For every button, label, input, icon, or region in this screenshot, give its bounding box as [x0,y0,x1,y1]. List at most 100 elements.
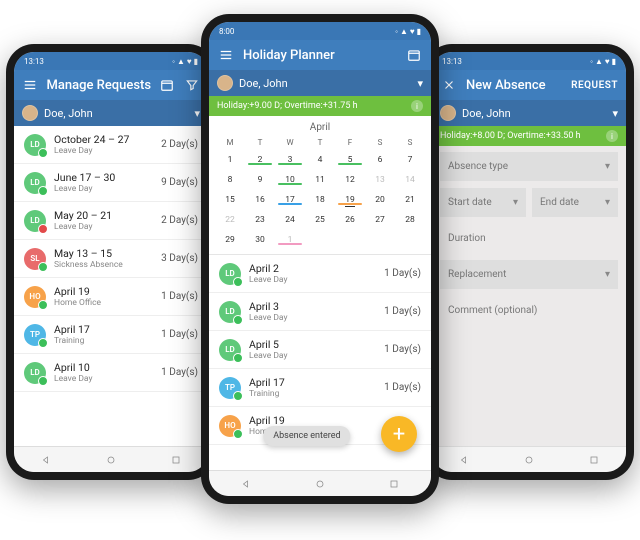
calendar-day[interactable]: 30 [245,235,275,245]
calendar-day[interactable]: 23 [245,215,275,225]
list-item[interactable]: TPApril 17Training1 Day(s) [209,369,431,407]
list-item[interactable]: LDApril 10Leave Day1 Day(s) [14,354,208,392]
item-days: 1 Day(s) [384,306,421,317]
calendar-day[interactable]: 9 [245,175,275,185]
holiday-banner: Holiday:+9.00 D; Overtime:+31.75 h i [209,96,431,116]
calendar-day[interactable]: 2 [245,155,275,165]
weekday-label: S [395,135,425,150]
calendar-day[interactable]: 24 [275,215,305,225]
nav-bar [432,446,626,472]
info-icon[interactable]: i [606,130,618,142]
user-selector[interactable]: Doe, John ▾ [209,70,431,96]
calendar-day[interactable]: 3 [275,155,305,165]
request-button[interactable]: REQUEST [571,80,618,91]
filter-icon[interactable] [184,76,200,94]
app-bar: Holiday Planner [209,40,431,70]
calendar-icon[interactable] [159,76,175,94]
calendar-day[interactable]: 17 [275,195,305,205]
page-title: New Absence [466,78,563,93]
calendar-day[interactable]: 20 [365,195,395,205]
calendar-day[interactable]: 15 [215,195,245,205]
status-icons: ◦ ▲ ♥ ▮ [395,27,421,36]
calendar-day[interactable]: 8 [215,175,245,185]
comment-field[interactable]: Comment (optional) [440,296,618,325]
calendar-day[interactable]: 13 [365,175,395,185]
nav-recent-icon[interactable] [170,454,182,466]
event-bar [338,203,362,205]
ho-badge-icon: HO [24,286,46,308]
start-date-field[interactable]: Start date ▾ [440,188,526,217]
item-days: 1 Day(s) [161,329,198,340]
nav-recent-icon[interactable] [588,454,600,466]
calendar-day[interactable]: 22 [215,215,245,225]
avatar [217,75,233,91]
user-name: Doe, John [44,107,93,120]
item-date: April 10 [54,361,153,374]
calendar-day[interactable]: 7 [395,155,425,165]
list-item[interactable]: LDOctober 24 – 27Leave Day2 Day(s) [14,126,208,164]
item-days: 1 Day(s) [384,382,421,393]
calendar-day[interactable]: 21 [395,195,425,205]
nav-back-icon[interactable] [40,454,52,466]
user-name: Doe, John [462,107,511,120]
ld-badge-icon: LD [219,301,241,323]
user-selector[interactable]: Doe, John ▾ [432,100,626,126]
menu-icon[interactable] [22,76,38,94]
calendar-day[interactable]: 27 [365,215,395,225]
item-type: Leave Day [249,275,376,285]
calendar: MTWTFSS 12345678910111213141516171819202… [209,135,431,255]
weekday-label: F [335,135,365,150]
calendar-day[interactable]: 11 [305,175,335,185]
calendar-day[interactable]: 18 [305,195,335,205]
menu-icon[interactable] [217,46,235,64]
calendar-day[interactable]: 26 [335,215,365,225]
list-item[interactable]: HOApril 19Home Office1 Day(s) [14,278,208,316]
calendar-day[interactable]: 16 [245,195,275,205]
calendar-day[interactable]: 1 [275,235,305,245]
absence-form: Absence type ▾ Start date ▾ End date ▾ D… [432,146,626,446]
calendar-day[interactable]: 1 [215,155,245,165]
calendar-day[interactable]: 6 [365,155,395,165]
replacement-field[interactable]: Replacement ▾ [440,260,618,289]
chevron-down-icon: ▾ [513,197,518,208]
ho-badge-icon: HO [219,415,241,437]
list-item[interactable]: LDApril 2Leave Day1 Day(s) [209,255,431,293]
absence-type-field[interactable]: Absence type ▾ [440,152,618,181]
nav-back-icon[interactable] [458,454,470,466]
nav-home-icon[interactable] [105,454,117,466]
list-item[interactable]: TPApril 17Training1 Day(s) [14,316,208,354]
calendar-day[interactable]: 25 [305,215,335,225]
app-bar: New Absence REQUEST [432,70,626,100]
calendar-day[interactable]: 14 [395,175,425,185]
list-item[interactable]: LDJune 17 – 30Leave Day9 Day(s) [14,164,208,202]
calendar-day[interactable]: 4 [305,155,335,165]
item-type: Leave Day [54,222,153,232]
calendar-day[interactable]: 10 [275,175,305,185]
user-selector[interactable]: Doe, John ▾ [14,100,208,126]
list-item[interactable]: LDMay 20 – 21Leave Day2 Day(s) [14,202,208,240]
calendar-day[interactable]: 5 [335,155,365,165]
calendar-day[interactable]: 29 [215,235,245,245]
info-icon[interactable]: i [411,100,423,112]
end-date-field[interactable]: End date ▾ [532,188,618,217]
fab-add-button[interactable]: + [381,416,417,452]
item-date: April 5 [249,338,376,351]
item-date: May 20 – 21 [54,209,153,222]
nav-home-icon[interactable] [523,454,535,466]
calendar-day[interactable]: 12 [335,175,365,185]
list-item[interactable]: SLMay 13 – 15Sickness Absence3 Day(s) [14,240,208,278]
nav-bar [14,446,208,472]
weekday-label: T [305,135,335,150]
close-icon[interactable] [440,76,458,94]
list-item[interactable]: LDApril 5Leave Day1 Day(s) [209,331,431,369]
calendar-day[interactable]: 28 [395,215,425,225]
nav-recent-icon[interactable] [388,478,400,490]
item-date: April 17 [54,323,153,336]
ld-badge-icon: LD [24,172,46,194]
calendar-day[interactable]: 19 [335,195,365,205]
item-type: Sickness Absence [54,260,153,270]
calendar-icon[interactable] [405,46,423,64]
list-item[interactable]: LDApril 3Leave Day1 Day(s) [209,293,431,331]
nav-home-icon[interactable] [314,478,326,490]
nav-back-icon[interactable] [240,478,252,490]
